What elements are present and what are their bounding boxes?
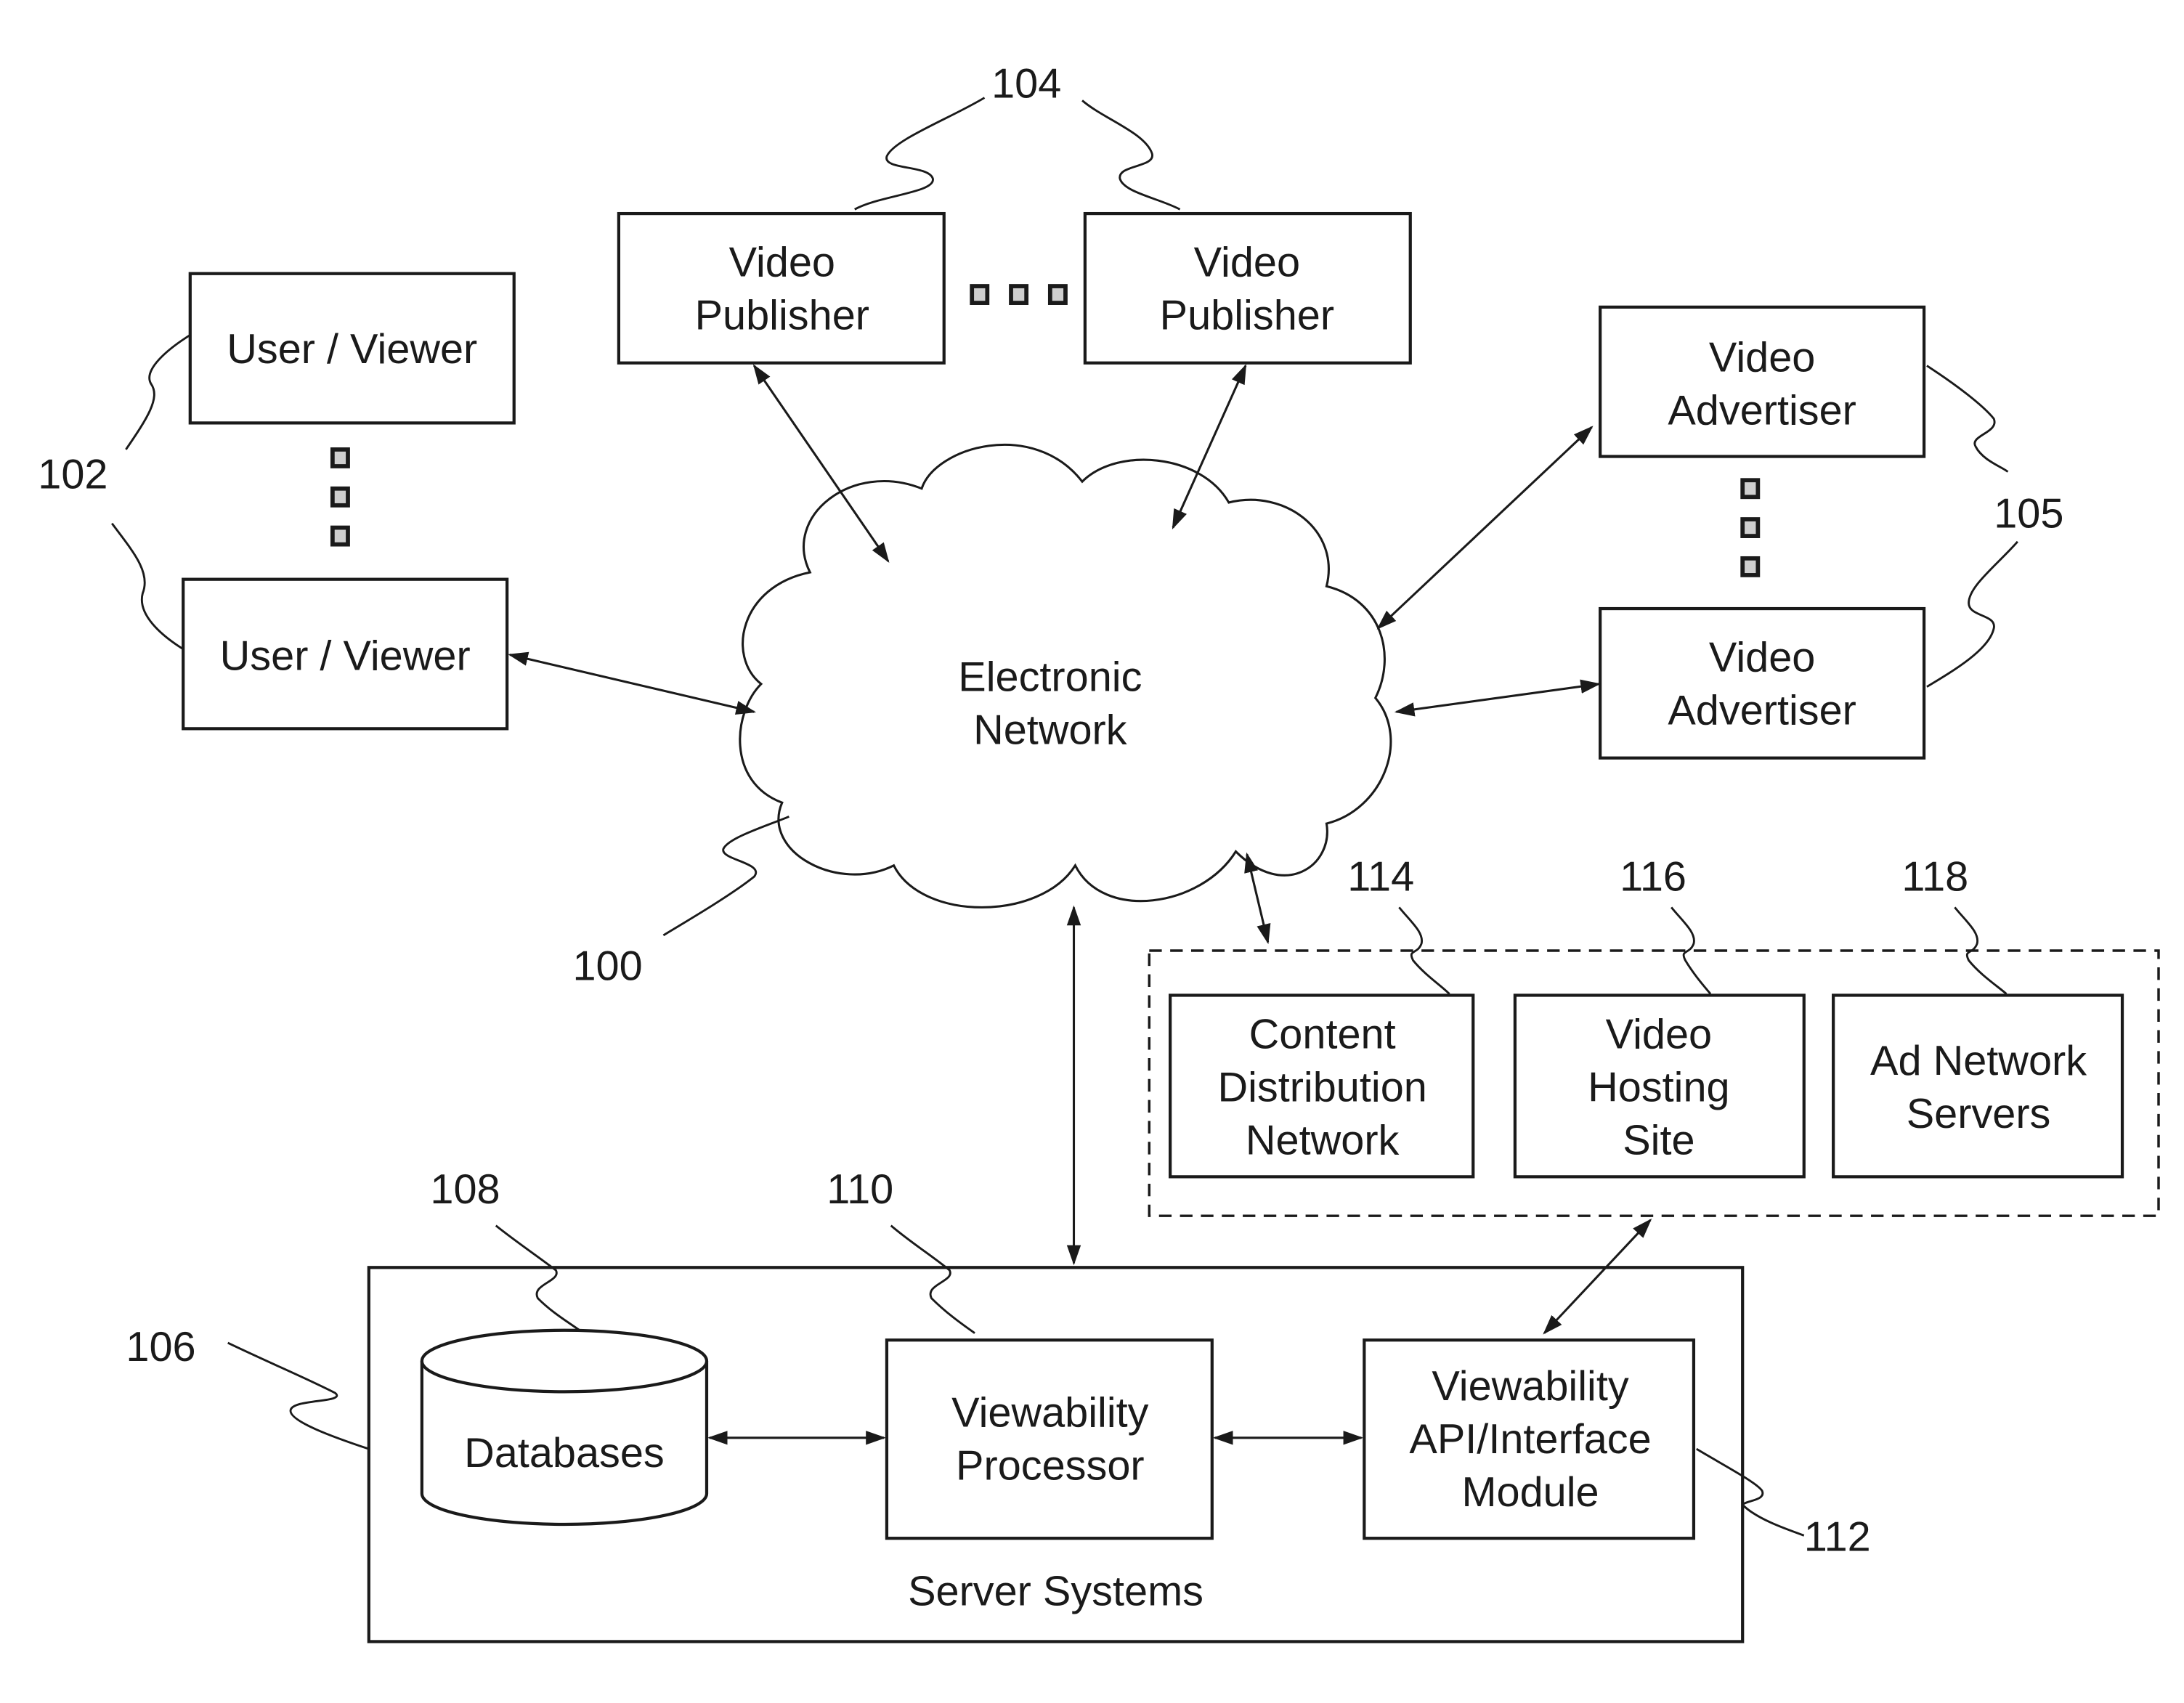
video-publisher-ellipsis <box>970 284 1068 305</box>
user-viewer-2-label: User / Viewer <box>220 633 471 680</box>
viewability-processor-label-line2: Processor <box>956 1442 1145 1489</box>
ref-104-leader-right <box>1081 99 1181 211</box>
video-advertiser-1-label-line1: Video <box>1709 334 1815 381</box>
video-publisher-node-2: Video Publisher <box>1083 211 1412 365</box>
video-advertiser-1-label-line2: Advertiser <box>1668 387 1856 434</box>
video-publisher-1-label-line2: Publisher <box>695 293 869 339</box>
viewability-api-label-line1: Viewability <box>1432 1363 1629 1410</box>
ref-116: 116 <box>1620 853 1686 900</box>
ref-104: 104 <box>991 61 1061 107</box>
electronic-network-cloud: Electronic Network <box>739 444 1392 909</box>
ref-118: 118 <box>1901 853 1968 900</box>
video-publisher-1-label-line1: Video <box>729 240 835 286</box>
ref-108: 108 <box>430 1166 500 1213</box>
ref-106-leader <box>227 1341 370 1450</box>
edge-advertiser2-network <box>1394 679 1601 717</box>
video-publisher-2-label-line1: Video <box>1194 240 1300 286</box>
video-advertiser-2-label-line2: Advertiser <box>1668 688 1856 734</box>
viewability-processor-label-line1: Viewability <box>951 1389 1149 1436</box>
ref-105-leader-top <box>1926 365 2009 473</box>
viewability-api-label-line2: API/Interface <box>1409 1416 1651 1463</box>
edge-user-network <box>508 651 757 715</box>
video-publisher-2-label-line2: Publisher <box>1160 293 1334 339</box>
databases-label: Databases <box>464 1430 665 1476</box>
ref-106: 106 <box>126 1324 195 1370</box>
ref-110: 110 <box>827 1166 893 1213</box>
viewability-api-label-line3: Module <box>1461 1469 1599 1516</box>
ref-102: 102 <box>38 452 107 498</box>
user-viewer-node-1: User / Viewer <box>188 272 516 425</box>
video-advertiser-node-2: Video Advertiser <box>1599 606 1926 760</box>
video-advertiser-node-1: Video Advertiser <box>1599 305 1926 458</box>
ad-network-label-line2: Servers <box>1907 1091 2051 1137</box>
ref-102-leader-top <box>125 334 191 450</box>
ref-105: 105 <box>1994 491 2063 537</box>
user-viewer-ellipsis <box>330 447 350 547</box>
ad-network-servers-node: Ad Network Servers <box>1832 993 2124 1179</box>
ad-network-label-line1: Ad Network <box>1870 1038 2087 1084</box>
server-systems-label: Server Systems <box>908 1568 1203 1614</box>
electronic-network-label-line1: Electronic <box>958 654 1142 700</box>
video-advertiser-2-label-line1: Video <box>1709 635 1815 681</box>
video-hosting-site-node: Video Hosting Site <box>1513 993 1806 1179</box>
electronic-network-label-line2: Network <box>973 707 1127 753</box>
edge-advertiser1-network <box>1376 426 1594 630</box>
video-advertiser-ellipsis <box>1740 478 1761 577</box>
system-diagram: Electronic Network User / Viewer User / … <box>38 61 2160 1643</box>
ref-100: 100 <box>572 943 642 989</box>
ref-100-leader <box>662 816 789 937</box>
video-publisher-node-1: Video Publisher <box>617 211 946 365</box>
ref-112: 112 <box>1804 1513 1871 1560</box>
ref-102-leader-bottom <box>111 522 184 651</box>
video-hosting-label-line3: Site <box>1623 1118 1694 1164</box>
cdn-label-line2: Distribution <box>1217 1065 1426 1111</box>
content-distribution-network-node: Content Distribution Network <box>1169 993 1475 1179</box>
user-viewer-1-label: User / Viewer <box>227 326 477 373</box>
video-hosting-label-line2: Hosting <box>1588 1065 1730 1111</box>
ref-114: 114 <box>1347 853 1414 900</box>
cdn-label-line3: Network <box>1246 1118 1400 1164</box>
databases-node: Databases <box>420 1328 709 1527</box>
viewability-processor-node: Viewability Processor <box>885 1338 1214 1540</box>
ref-105-leader-bottom <box>1926 540 2018 688</box>
viewability-api-node: Viewability API/Interface Module <box>1363 1338 1696 1540</box>
ref-104-leader-left <box>854 97 986 211</box>
user-viewer-node-2: User / Viewer <box>182 577 509 731</box>
video-hosting-label-line1: Video <box>1606 1012 1712 1058</box>
cdn-label-line1: Content <box>1249 1012 1396 1058</box>
